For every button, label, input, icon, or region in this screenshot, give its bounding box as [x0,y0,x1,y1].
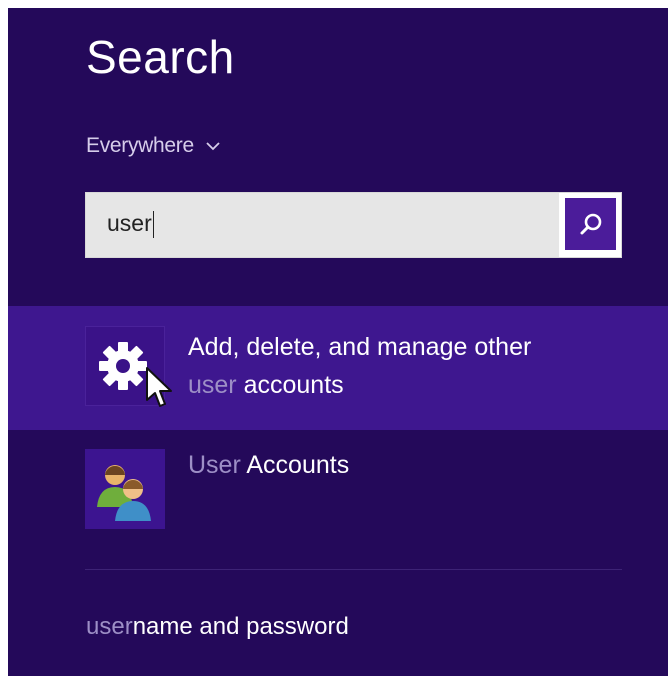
search-button[interactable] [565,198,616,250]
search-input[interactable]: user [86,193,559,257]
user-accounts-icon [97,465,151,521]
search-box: user [85,192,622,258]
result-label: User Accounts [188,446,349,484]
result-match-text: User [188,451,241,479]
text-caret [152,211,154,239]
result-label-rest: Accounts [240,451,350,479]
result-item-manage-accounts[interactable]: Add, delete, and manage other user accou… [8,306,668,430]
search-pane-title: Search [86,31,235,83]
result-match-text: user [188,371,237,399]
search-suggestion[interactable]: username and password [86,613,349,641]
search-icon [580,213,601,235]
results-divider [85,569,622,570]
mouse-pointer-icon [146,367,172,407]
suggestion-match-text: user [86,613,133,640]
result-item-user-accounts[interactable]: User Accounts [8,440,668,540]
chevron-down-icon [206,141,220,150]
result-label-line1: Add, delete, and manage other [188,333,532,361]
result-label: Add, delete, and manage other user accou… [188,328,531,404]
search-charm-pane: Search Everywhere user Add, delete, and … [8,8,668,676]
search-scope-dropdown[interactable]: Everywhere [86,134,220,158]
suggestion-rest-text: name and password [132,613,349,640]
search-scope-label: Everywhere [86,134,194,157]
result-tile [85,449,165,529]
result-label-line2: accounts [236,371,344,399]
search-query-text: user [107,210,152,236]
